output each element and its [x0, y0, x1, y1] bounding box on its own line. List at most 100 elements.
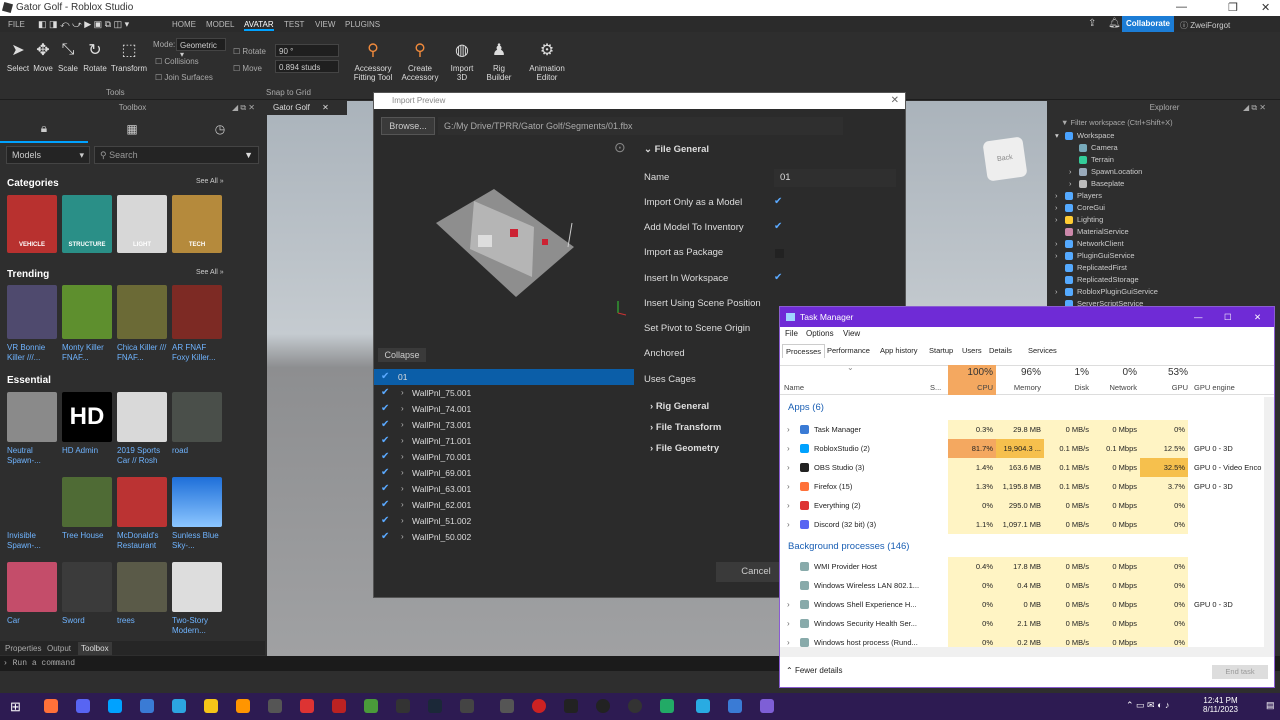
trending-item[interactable]: Chica Killer /// FNAF...: [117, 285, 169, 363]
menu-avatar[interactable]: AVATAR: [244, 20, 274, 31]
expand-arrow-icon[interactable]: ›: [1069, 178, 1079, 190]
tab-services[interactable]: Services: [1025, 344, 1060, 358]
chevron-right-icon[interactable]: ›: [401, 385, 404, 401]
animation-editor-tool[interactable]: ⚙ Animation Editor: [526, 40, 568, 82]
trending-item[interactable]: Monty Killer FNAF...: [62, 285, 114, 363]
tab-app-history[interactable]: App history: [877, 344, 921, 358]
menu-model[interactable]: MODEL: [206, 20, 234, 29]
rotate-tool[interactable]: ↻ Rotate: [80, 40, 110, 73]
chevron-right-icon[interactable]: ›: [401, 401, 404, 417]
explorer-item[interactable]: › Baseplate: [1069, 178, 1124, 190]
category-vehicle[interactable]: VEHICLE: [7, 195, 59, 257]
chevron-right-icon[interactable]: ›: [401, 529, 404, 545]
checkbox-unchecked[interactable]: [775, 249, 784, 258]
tab-output[interactable]: Output: [47, 644, 71, 653]
chevron-right-icon[interactable]: ›: [401, 449, 404, 465]
checkbox-checked-icon[interactable]: ✔: [774, 196, 782, 207]
expand-chevron-icon[interactable]: ›: [787, 496, 790, 515]
tree-row[interactable]: ✔ › WallPnl_70.001: [374, 449, 634, 465]
process-row[interactable]: › OBS Studio (3) 1.4% 163.6 MB 0.1 MB/s 0 Mbp…: [780, 458, 1274, 477]
mode-select[interactable]: Geometric ▾: [176, 38, 226, 59]
essential-item[interactable]: Car: [7, 562, 59, 626]
maximize-icon[interactable]: ❐: [1228, 1, 1238, 14]
tab-close-icon[interactable]: ✕: [322, 103, 329, 112]
category-light[interactable]: LIGHT: [117, 195, 169, 257]
expand-arrow-icon[interactable]: ▾: [1055, 130, 1065, 142]
roblox-studio-icon[interactable]: [108, 699, 122, 713]
unity-icon[interactable]: [564, 699, 578, 713]
app-icon[interactable]: [172, 699, 186, 713]
explorer-item[interactable]: ▾ Workspace: [1055, 130, 1114, 142]
categories-see-all[interactable]: See All »: [196, 178, 224, 185]
process-row[interactable]: › Windows Security Health Ser... 0% 2.1 MB 0…: [780, 614, 1274, 633]
discord-icon[interactable]: [76, 699, 90, 713]
process-row[interactable]: › RobloxStudio (2) 81.7% 19,904.3 ... 0.1 MB…: [780, 439, 1274, 458]
create-accessory-tool[interactable]: ⚲ Create Accessory: [400, 40, 440, 82]
expand-arrow-icon[interactable]: ›: [1055, 250, 1065, 262]
close-icon[interactable]: ✕: [1254, 307, 1261, 327]
expand-arrow-icon[interactable]: ›: [1055, 238, 1065, 250]
checkbox-checked-icon[interactable]: ✔: [774, 272, 782, 283]
menu-file[interactable]: File: [785, 329, 798, 338]
app-icon[interactable]: [696, 699, 710, 713]
fewer-details-button[interactable]: ⌃ Fewer details: [786, 666, 843, 675]
rig-builder-tool[interactable]: ♟ Rig Builder: [484, 40, 514, 82]
tab-recent[interactable]: ◷: [176, 115, 264, 143]
rig-general-header[interactable]: › Rig General: [650, 401, 709, 412]
collaborate-button[interactable]: Collaborate: [1122, 16, 1174, 32]
tab-inventory[interactable]: 🔒︎: [0, 115, 88, 143]
expand-arrow-icon[interactable]: ›: [1069, 166, 1079, 178]
explorer-filter-input[interactable]: ▼ Filter workspace (Ctrl+Shift+X): [1049, 116, 1280, 129]
explorer-item[interactable]: ReplicatedStorage: [1055, 274, 1139, 286]
checkbox-checked-icon[interactable]: ✔: [381, 497, 389, 513]
checkbox-checked-icon[interactable]: ✔: [381, 401, 389, 417]
tree-row[interactable]: ✔ › WallPnl_69.001: [374, 465, 634, 481]
chevron-right-icon[interactable]: ›: [401, 497, 404, 513]
explorer-item[interactable]: ReplicatedFirst: [1055, 262, 1127, 274]
explorer-item[interactable]: › RobloxPluginGuiService: [1055, 286, 1158, 298]
essential-item[interactable]: Sunless Blue Sky-...: [172, 477, 224, 551]
end-task-button[interactable]: End task: [1212, 665, 1268, 679]
tree-row[interactable]: ✔ › WallPnl_73.001: [374, 417, 634, 433]
expand-arrow-icon[interactable]: ›: [1055, 214, 1065, 226]
obs-icon[interactable]: [596, 699, 610, 713]
apps-group-header[interactable]: Apps (6): [788, 402, 824, 413]
category-tech[interactable]: TECH: [172, 195, 224, 257]
chevron-right-icon[interactable]: ›: [401, 433, 404, 449]
search-app-icon[interactable]: [300, 699, 314, 713]
checkbox-checked-icon[interactable]: ✔: [381, 385, 389, 401]
col-gpu[interactable]: GPU: [1140, 383, 1188, 392]
transform-tool[interactable]: ⬚ Transform: [110, 40, 148, 73]
menu-options[interactable]: Options: [806, 329, 834, 338]
col-gpu-engine[interactable]: GPU engine: [1194, 383, 1235, 392]
tree-row[interactable]: ✔ › WallPnl_71.001: [374, 433, 634, 449]
checkbox-checked-icon[interactable]: ✔: [381, 449, 389, 465]
viewport-tab[interactable]: Gator Golf ✕: [267, 101, 347, 115]
user-name[interactable]: ⓘ ZweiForgot: [1180, 20, 1230, 31]
essential-item[interactable]: Two-Story Modern...: [172, 562, 224, 636]
essential-item[interactable]: HD HD Admin: [62, 392, 114, 456]
notification-icon[interactable]: ▤: [1266, 700, 1275, 711]
essential-item[interactable]: Sword: [62, 562, 114, 626]
essential-item[interactable]: Tree House: [62, 477, 114, 541]
tree-row[interactable]: ✔ › WallPnl_63.001: [374, 481, 634, 497]
tree-row[interactable]: ✔ › WallPnl_74.001: [374, 401, 634, 417]
expand-chevron-icon[interactable]: ›: [787, 515, 790, 534]
essential-item[interactable]: road: [172, 392, 224, 456]
expand-chevron-icon[interactable]: ›: [787, 420, 790, 439]
chevron-right-icon[interactable]: ›: [401, 465, 404, 481]
checkbox-checked-icon[interactable]: ✔: [381, 529, 389, 545]
trending-see-all[interactable]: See All »: [196, 269, 224, 276]
checkbox-checked-icon[interactable]: ✔: [381, 433, 389, 449]
chevron-right-icon[interactable]: ›: [401, 417, 404, 433]
quick-access-icons[interactable]: ◧ ◨ ⤺ ⤻ ▶ ▣ ⧉ ◫ ▾: [38, 19, 129, 30]
category-select[interactable]: Models ▾: [6, 146, 90, 164]
process-row[interactable]: › Windows Shell Experience H... 0% 0 MB 0 MB…: [780, 595, 1274, 614]
expand-arrow-icon[interactable]: ›: [1055, 202, 1065, 214]
tab-performance[interactable]: Performance: [824, 344, 873, 358]
tab-toolbox[interactable]: Toolbox: [78, 642, 112, 655]
menu-test[interactable]: TEST: [284, 20, 304, 29]
tree-root-row[interactable]: ✔ 01: [374, 369, 634, 385]
scrollbar[interactable]: [1264, 397, 1274, 647]
collapse-button[interactable]: Collapse: [378, 348, 426, 362]
